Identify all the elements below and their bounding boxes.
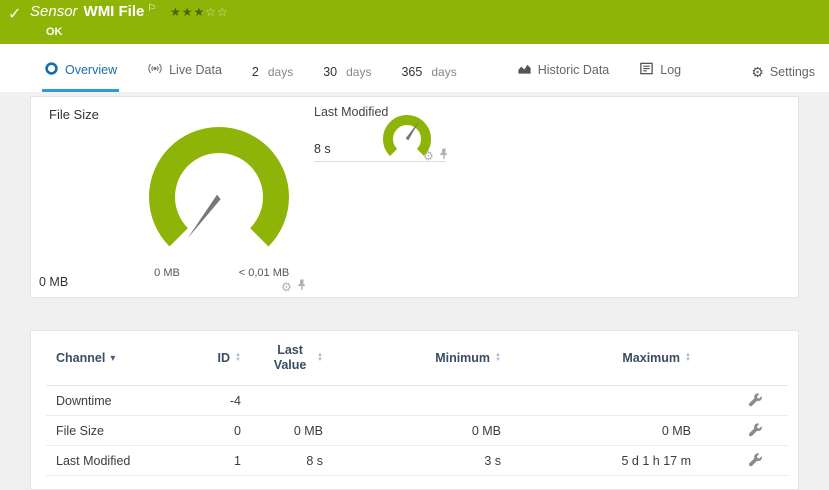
tab-overview[interactable]: Overview xyxy=(42,61,119,92)
table-row-file-size: File Size 0 0 MB 0 MB 0 MB xyxy=(46,416,788,446)
wrench-icon xyxy=(748,423,763,438)
column-label: Last Value xyxy=(268,343,312,373)
ok-check-icon: ✓ xyxy=(8,4,21,24)
file-size-scale-min: 0 MB xyxy=(132,267,202,279)
tab-settings[interactable]: ⚙ Settings xyxy=(749,65,817,92)
file-size-current-value: 0 MB xyxy=(39,275,68,289)
overview-icon xyxy=(44,61,59,79)
cell-channel: Downtime xyxy=(56,394,186,408)
cell-minimum: 3 s xyxy=(323,454,501,468)
channel-settings-button[interactable] xyxy=(748,453,763,468)
sensor-header: ✓ Sensor WMI File⚐ ★★★☆☆ OK xyxy=(0,0,829,44)
tab-label: Live Data xyxy=(169,63,222,77)
column-header-minimum[interactable]: Minimum ▲▼ xyxy=(323,351,501,365)
tab-log[interactable]: Log xyxy=(637,61,683,92)
gauges-panel: File Size 0 MB < 0,01 MB 0 MB ⚙ Last Mod… xyxy=(30,96,799,298)
last-modified-divider xyxy=(314,161,446,162)
cell-id: 1 xyxy=(186,454,241,468)
last-modified-gauge-controls: ⚙ xyxy=(423,147,449,165)
cell-minimum: 0 MB xyxy=(323,424,501,438)
table-row-downtime: Downtime -4 xyxy=(46,386,788,416)
cell-last-value: 8 s xyxy=(241,454,323,468)
prtg-sensor-page: ✓ Sensor WMI File⚐ ★★★☆☆ OK Overview Live… xyxy=(0,0,829,490)
live-data-icon xyxy=(147,61,163,79)
log-icon xyxy=(639,61,654,79)
sensor-title: Sensor WMI File⚐ xyxy=(30,3,156,20)
gauge-settings-gear-icon[interactable]: ⚙ xyxy=(281,280,292,294)
column-header-last-value[interactable]: Last Value ▲▼ xyxy=(241,343,323,373)
sensor-title-prefix: Sensor xyxy=(30,3,78,20)
file-size-gauge xyxy=(139,117,299,277)
column-label: ID xyxy=(218,351,231,365)
gauge-arc xyxy=(388,120,426,152)
historic-data-icon xyxy=(517,61,532,79)
gear-icon: ⚙ xyxy=(751,65,764,79)
column-label: Minimum xyxy=(435,351,490,365)
tab-label: Overview xyxy=(65,63,117,77)
wrench-icon xyxy=(748,453,763,468)
channel-settings-button[interactable] xyxy=(748,393,763,408)
priority-stars-empty[interactable]: ☆☆ xyxy=(205,5,229,19)
priority-stars-filled[interactable]: ★★★ xyxy=(170,5,205,19)
sensor-status-badge: OK xyxy=(46,26,63,38)
cell-id: -4 xyxy=(186,394,241,408)
tab-label: Historic Data xyxy=(538,63,610,77)
column-label: Maximum xyxy=(622,351,680,365)
tab-label-unit: days xyxy=(431,65,456,79)
cell-maximum: 5 d 1 h 17 m xyxy=(501,454,691,468)
cell-last-value: 0 MB xyxy=(241,424,323,438)
gauge-pin-icon[interactable] xyxy=(297,278,307,296)
cell-channel: Last Modified xyxy=(56,454,186,468)
tab-live-data[interactable]: Live Data xyxy=(145,61,224,92)
cell-id: 0 xyxy=(186,424,241,438)
column-header-maximum[interactable]: Maximum ▲▼ xyxy=(501,351,691,365)
tab-bar: Overview Live Data 2days 30days 365days … xyxy=(0,44,829,92)
last-modified-current-value: 8 s xyxy=(314,142,331,156)
tab-label: 30 xyxy=(323,65,337,79)
file-size-gauge-title: File Size xyxy=(49,107,99,122)
sort-icon: ▲▼ xyxy=(685,353,691,363)
tab-label-unit: days xyxy=(268,65,293,79)
sensor-name: WMI File xyxy=(84,3,145,20)
channel-table-panel: Channel ▾ ID ▲▼ Last Value ▲▼ Minimum ▲▼… xyxy=(30,330,799,490)
cell-channel: File Size xyxy=(56,424,186,438)
gauge-arc xyxy=(162,140,276,237)
file-size-gauge-controls: ⚙ xyxy=(281,278,307,296)
caret-down-icon: ▾ xyxy=(110,353,115,364)
tab-30-days[interactable]: 30 days xyxy=(321,65,373,92)
tab-label-unit: days xyxy=(346,65,371,79)
wrench-icon xyxy=(748,393,763,408)
tab-label: Log xyxy=(660,63,681,77)
table-row-last-modified: Last Modified 1 8 s 3 s 5 d 1 h 17 m xyxy=(46,446,788,476)
priority-stars[interactable]: ★★★☆☆ xyxy=(170,5,229,19)
column-header-id[interactable]: ID ▲▼ xyxy=(186,351,241,365)
tab-label: Settings xyxy=(770,65,815,79)
gauge-needle xyxy=(188,195,221,239)
channel-settings-button[interactable] xyxy=(748,423,763,438)
cell-maximum: 0 MB xyxy=(501,424,691,438)
column-header-channel[interactable]: Channel ▾ xyxy=(56,351,186,365)
tab-historic-data[interactable]: Historic Data xyxy=(515,61,612,92)
last-modified-gauge-title: Last Modified xyxy=(314,105,388,119)
tab-label: 365 xyxy=(401,65,422,79)
tab-label: 2 xyxy=(252,65,259,79)
tab-2-days[interactable]: 2 days xyxy=(250,65,295,92)
tab-365-days[interactable]: 365 days xyxy=(399,65,458,92)
gauge-pin-icon[interactable] xyxy=(439,147,449,165)
table-header-row: Channel ▾ ID ▲▼ Last Value ▲▼ Minimum ▲▼… xyxy=(46,331,788,386)
favorite-flag-icon[interactable]: ⚐ xyxy=(147,3,156,14)
column-label: Channel xyxy=(56,351,105,365)
